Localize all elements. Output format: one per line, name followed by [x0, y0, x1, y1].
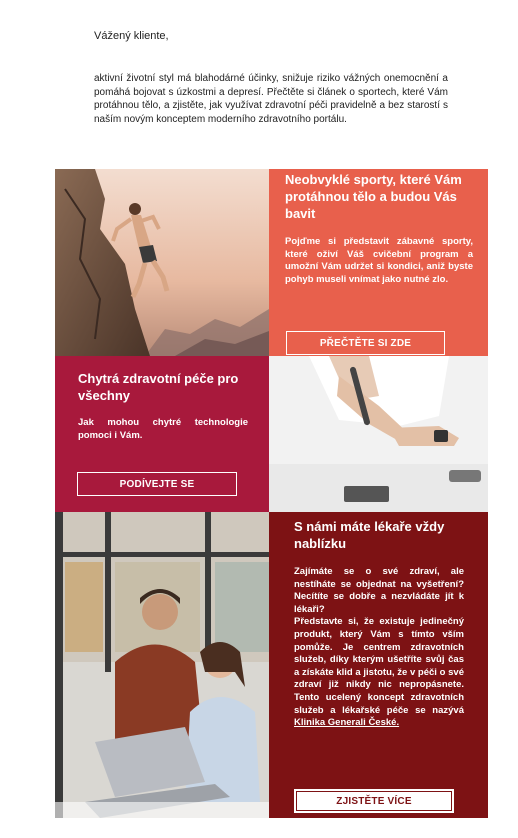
- sports-title: Neobvyklé sporty, které Vám protáhnou tě…: [285, 172, 462, 221]
- read-here-button[interactable]: PŘEČTĚTE SI ZDE: [286, 331, 445, 355]
- doctor-title: S námi máte lékaře vždy nablízku: [294, 519, 445, 551]
- doctor-body-intro: Zajímáte se o své zdraví, ale nestíháte …: [294, 566, 464, 615]
- couple-laptop-photo: [55, 512, 269, 818]
- doctor-body: Zajímáte se o své zdraví, ale nestíháte …: [294, 566, 464, 730]
- glucose-test-photo: [269, 356, 488, 512]
- find-out-more-label: ZJISTĚTE VÍCE: [336, 795, 412, 807]
- look-button[interactable]: PODÍVEJTE SE: [77, 472, 237, 496]
- klinika-generali-link[interactable]: Klinika Generali České.: [294, 717, 399, 728]
- rock-climber-photo: [55, 169, 269, 356]
- greeting: Vážený kliente,: [94, 30, 169, 42]
- smart-care-title: Chytrá zdravotní péče pro všechny: [78, 371, 239, 403]
- smart-care-body: Jak mohou chytré technologie pomoci i Vá…: [78, 417, 248, 441]
- intro-paragraph: aktivní životní styl má blahodárné účink…: [94, 73, 448, 125]
- find-out-more-button[interactable]: ZJISTĚTE VÍCE: [294, 789, 454, 813]
- doctor-body-detail: Představte si, že existuje jedinečný pro…: [294, 616, 464, 716]
- sports-body: Pojďme si představit zábavné sporty, kte…: [285, 236, 473, 285]
